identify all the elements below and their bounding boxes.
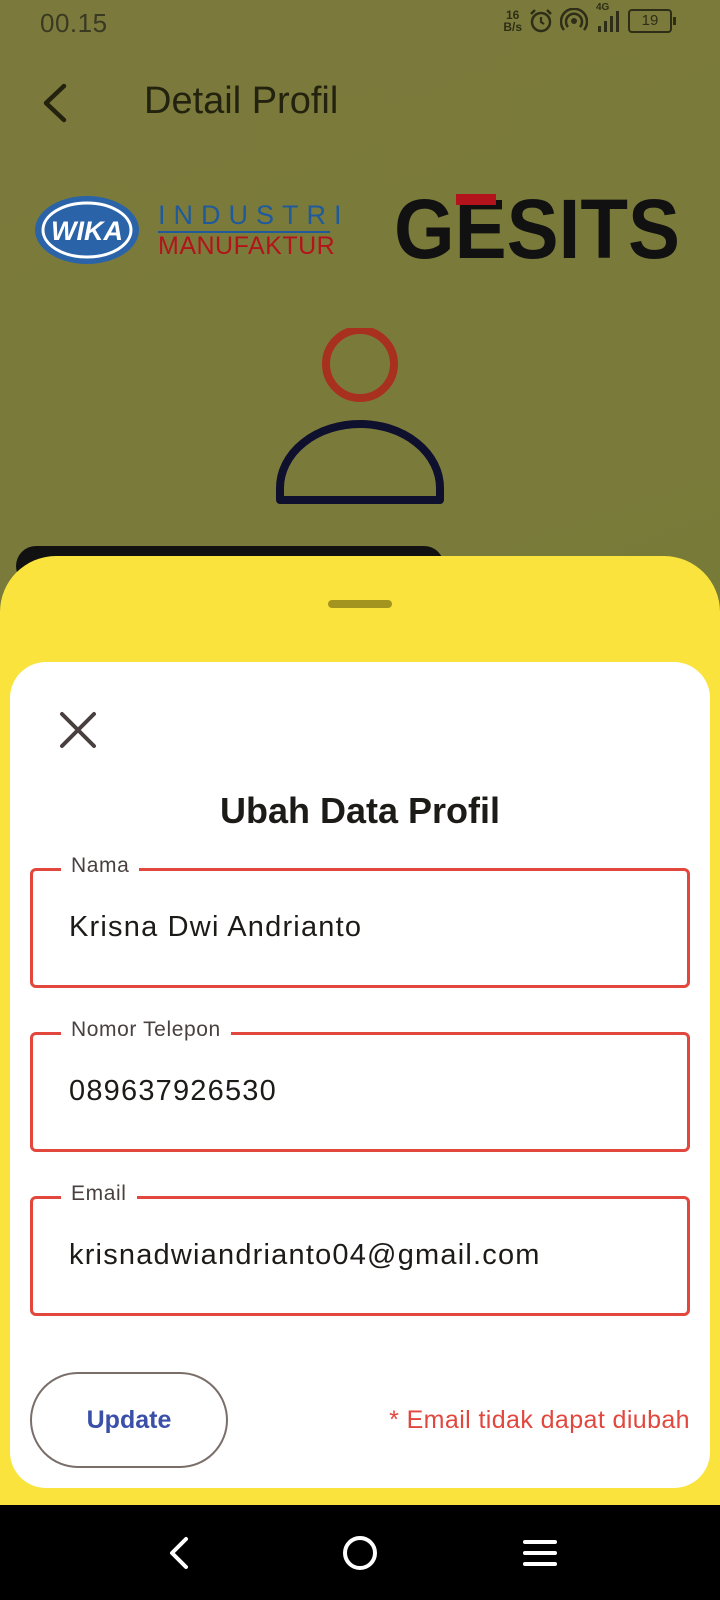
phone-field-label: Nomor Telepon: [61, 1018, 231, 1042]
email-note: * Email tidak dapat diubah: [389, 1406, 690, 1434]
edit-profile-card: Ubah Data Profil Nama Nomor Telepon Emai…: [10, 662, 710, 1488]
nav-back-icon: [170, 1537, 188, 1569]
status-time: 00.15: [40, 8, 108, 38]
close-icon: [60, 712, 96, 748]
user-avatar-icon: [276, 328, 444, 504]
svg-text:WIKA: WIKA: [51, 216, 123, 246]
email-field-label: Email: [61, 1182, 137, 1206]
dialog-title: Ubah Data Profil: [219, 790, 501, 831]
menu-icon: [523, 1540, 557, 1566]
back-button[interactable]: [36, 78, 76, 128]
email-input[interactable]: [69, 1239, 669, 1272]
phone-input[interactable]: [69, 1075, 669, 1108]
name-field[interactable]: Nama: [30, 854, 690, 988]
status-icons: 16 B/s 4G 19: [503, 2, 676, 34]
wika-manufaktur-text: MANUFAKTUR: [158, 232, 336, 260]
chevron-left-icon: [43, 83, 67, 123]
battery-indicator: 19: [628, 9, 676, 33]
home-circle-icon: [343, 1536, 377, 1570]
name-input[interactable]: [69, 911, 669, 944]
svg-text:GESITS: GESITS: [394, 190, 680, 270]
signal-icon: 4G: [594, 2, 622, 34]
close-button[interactable]: [56, 708, 100, 752]
hotspot-icon: [560, 8, 588, 31]
nav-menu-button[interactable]: [512, 1525, 568, 1581]
network-speed: 16 B/s: [503, 8, 522, 34]
gesits-logo: GESITS: [394, 190, 680, 270]
name-field-label: Nama: [61, 854, 140, 878]
app-screen: 00.15 16 B/s 4G 19 Detail Profil WIKA IN…: [0, 0, 720, 1505]
system-nav-bar: [0, 1505, 720, 1600]
nav-back-button[interactable]: [152, 1525, 208, 1581]
email-field[interactable]: Email: [30, 1182, 690, 1316]
page-title: Detail Profil: [144, 80, 339, 122]
drag-handle[interactable]: [328, 600, 392, 608]
phone-field[interactable]: Nomor Telepon: [30, 1018, 690, 1152]
nav-home-button[interactable]: [332, 1525, 388, 1581]
update-button[interactable]: Update: [30, 1372, 228, 1468]
alarm-icon: [530, 9, 552, 33]
wika-logo: WIKA: [35, 196, 139, 264]
bottom-sheet: Ubah Data Profil Nama Nomor Telepon Emai…: [0, 556, 720, 1505]
wika-industri-text: INDUSTRI: [158, 200, 350, 230]
